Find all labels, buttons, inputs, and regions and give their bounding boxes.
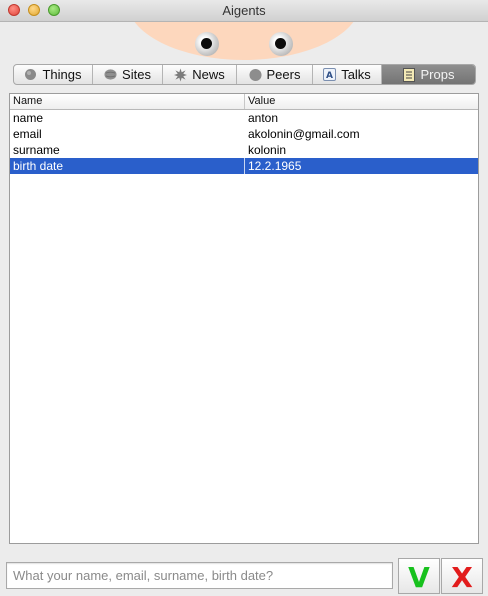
checkmark-v-icon: V [408,561,430,591]
table-row[interactable]: name anton [10,110,478,126]
value-cell: kolonin [248,143,287,157]
name-cell: birth date [10,158,245,174]
person-icon [248,68,262,81]
tab-things-label: Things [42,67,82,82]
tab-things[interactable]: Things [14,65,93,84]
tab-peers-label: Peers [266,67,301,82]
tab-sites[interactable]: Sites [93,65,163,84]
table-header: Name Value [10,94,478,110]
svg-text:A: A [326,71,333,81]
mascot-face-graphic [127,22,361,60]
burst-icon [174,68,188,81]
tab-talks[interactable]: A Talks [313,65,382,84]
name-cell: name [13,111,44,125]
name-cell: email [13,127,42,141]
value-cell: anton [248,111,279,125]
name-cell: surname [13,143,60,157]
cancel-button[interactable]: X [441,558,483,594]
mascot-face [127,22,361,60]
window-title: Aigents [222,3,266,18]
value-cell: akolonin@gmail.com [248,127,360,141]
title-bar: Aigents [0,0,488,22]
tab-props[interactable]: Props [382,65,475,84]
column-header-name[interactable]: Name [10,94,245,109]
table-row[interactable]: email akolonin@gmail.com [10,126,478,142]
planet-icon [24,68,37,81]
globe-icon [104,68,117,81]
notepad-icon [403,67,416,82]
tab-talks-label: Talks [341,67,371,82]
column-header-value[interactable]: Value [245,94,478,109]
tab-news[interactable]: News [163,65,237,84]
value-cell: 12.2.1965 [248,159,302,173]
mascot-right-eye [269,32,293,56]
tab-props-label: Props [420,67,455,82]
table-row-selected[interactable]: birth date 12.2.1965 [10,158,478,174]
table-body: name anton email akolonin@gmail.com surn… [10,110,478,174]
mascot-left-eye [195,32,219,56]
ok-button[interactable]: V [398,558,440,594]
cross-x-icon: X [451,561,473,591]
svg-text:V: V [408,561,430,591]
question-input[interactable] [6,562,393,589]
tab-peers[interactable]: Peers [237,65,313,84]
table-row[interactable]: surname kolonin [10,142,478,158]
properties-table: Name Value name anton email akolonin@gma… [9,93,479,544]
tab-sites-label: Sites [122,67,151,82]
tab-bar: Things Sites News Peers A Talks Props [13,64,476,85]
svg-text:X: X [451,561,473,591]
tab-news-label: News [192,67,225,82]
chat-a-icon: A [323,68,337,81]
